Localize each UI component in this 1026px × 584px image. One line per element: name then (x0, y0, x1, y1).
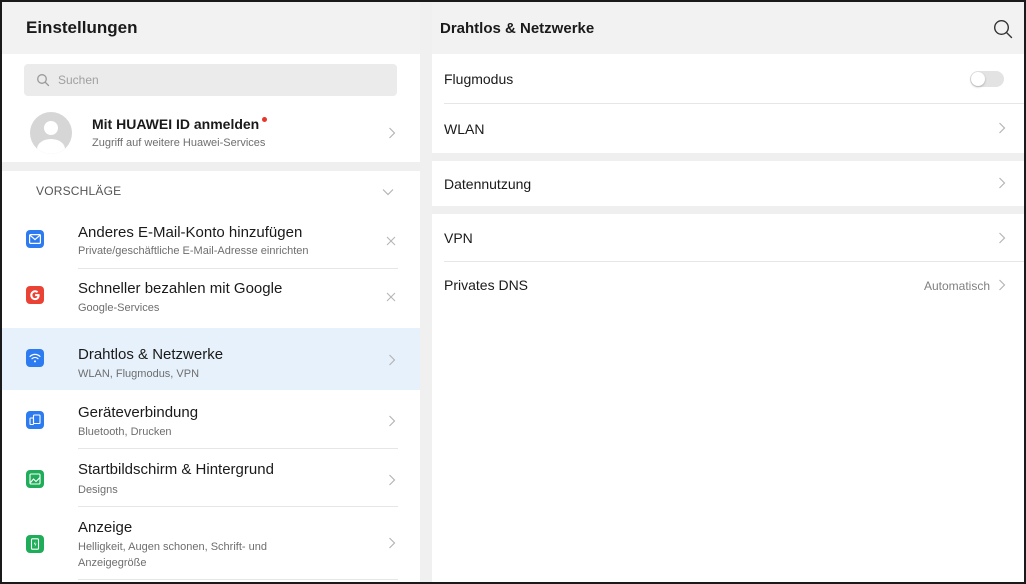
suggestion-subtitle: Private/geschäftliche E-Mail-Adresse ein… (78, 245, 309, 257)
dismiss-icon[interactable] (386, 292, 396, 302)
sidebar-item-homescreen-wallpaper[interactable]: Startbildschirm & Hintergrund Designs (2, 449, 420, 507)
suggestions-label: VORSCHLÄGE (36, 184, 122, 198)
setting-label: VPN (444, 230, 473, 246)
settings-title: Einstellungen (26, 18, 138, 37)
setting-label: Privates DNS (444, 277, 529, 293)
search-input[interactable] (58, 73, 378, 87)
chevron-right-icon (389, 537, 396, 549)
sidebar-item-subtitle: Anzeigegröße (78, 557, 147, 569)
search-icon[interactable] (992, 18, 1014, 40)
detail-title: Drahtlos & Netzwerke (440, 19, 595, 37)
setting-value: Automatisch (923, 279, 990, 293)
setting-row-private-dns[interactable]: Privates DNS Automatisch (432, 262, 1024, 310)
chevron-right-icon (999, 177, 1006, 189)
sidebar-item-device-connection[interactable]: Geräteverbindung Bluetooth, Drucken (2, 391, 420, 449)
suggestion-add-email[interactable]: Anderes E-Mail-Konto hinzufügen Private/… (2, 214, 420, 269)
toggle-knob (971, 72, 985, 86)
setting-label: Flugmodus (444, 71, 514, 87)
sidebar-item-title: Startbildschirm & Hintergrund (78, 461, 274, 478)
huawei-id-subtitle: Zugriff auf weitere Huawei-Services (92, 137, 266, 149)
settings-window: Einstellungen Mit HUAWEI ID anmelden Zug… (0, 0, 1026, 584)
suggestion-subtitle: Google-Services (78, 302, 160, 314)
avatar (30, 112, 72, 154)
suggestion-title: Anderes E-Mail-Konto hinzufügen (78, 224, 303, 241)
search-box[interactable] (24, 64, 397, 96)
wifi-icon (26, 349, 44, 367)
pane-divider (420, 2, 432, 582)
setting-label: Datennutzung (444, 176, 532, 192)
section-divider (2, 162, 420, 171)
setting-row-vpn[interactable]: VPN (432, 214, 1024, 262)
mail-icon (26, 230, 44, 248)
huawei-id-title: Mit HUAWEI ID anmelden (92, 116, 260, 132)
huawei-id-login[interactable]: Mit HUAWEI ID anmelden Zugriff auf weite… (2, 104, 420, 162)
sidebar-item-subtitle: Designs (78, 484, 118, 496)
sidebar-item-title: Drahtlos & Netzwerke (78, 346, 224, 363)
settings-header: Einstellungen (2, 2, 420, 54)
chevron-right-icon (389, 415, 396, 427)
chevron-right-icon (389, 354, 396, 366)
sidebar-item-title: Geräteverbindung (78, 404, 199, 421)
sidebar-item-display[interactable]: Anzeige Helligkeit, Augen schonen, Schri… (2, 507, 420, 580)
notification-dot (262, 117, 268, 122)
row-divider (78, 579, 398, 580)
suggestion-google-pay[interactable]: Schneller bezahlen mit Google Google-Ser… (2, 269, 420, 326)
chevron-right-icon (389, 474, 396, 486)
chevron-right-icon (999, 232, 1006, 244)
detail-header: Drahtlos & Netzwerke (432, 2, 1024, 54)
dismiss-icon[interactable] (386, 236, 396, 246)
setting-row-wlan[interactable]: WLAN (432, 104, 1024, 153)
sidebar-item-wireless-networks[interactable]: Drahtlos & Netzwerke WLAN, Flugmodus, VP… (2, 328, 420, 390)
search-icon (37, 74, 50, 87)
sidebar-item-subtitle: Bluetooth, Drucken (78, 426, 172, 438)
suggestion-title: Schneller bezahlen mit Google (78, 280, 283, 297)
settings-list-pane: Einstellungen Mit HUAWEI ID anmelden Zug… (2, 2, 420, 582)
setting-row-airplane-mode[interactable]: Flugmodus (432, 54, 1024, 104)
display-icon (26, 535, 44, 553)
section-divider (432, 206, 1024, 214)
airplane-mode-toggle[interactable] (970, 71, 1004, 87)
detail-pane: Drahtlos & Netzwerke Flugmodus WLAN Date… (432, 2, 1024, 582)
sidebar-item-subtitle: Helligkeit, Augen schonen, Schrift- und (78, 541, 267, 553)
sidebar-item-title: Anzeige (78, 519, 133, 536)
sidebar-item-subtitle: WLAN, Flugmodus, VPN (78, 368, 200, 380)
device-connection-icon (26, 411, 44, 429)
chevron-right-icon (999, 122, 1006, 134)
wallpaper-icon (26, 470, 44, 488)
chevron-right-icon (389, 127, 396, 139)
chevron-right-icon (999, 279, 1006, 291)
setting-row-data-usage[interactable]: Datennutzung (432, 161, 1024, 206)
google-icon (26, 286, 44, 304)
section-divider (432, 153, 1024, 161)
setting-label: WLAN (444, 121, 485, 137)
chevron-down-icon[interactable] (382, 188, 394, 196)
